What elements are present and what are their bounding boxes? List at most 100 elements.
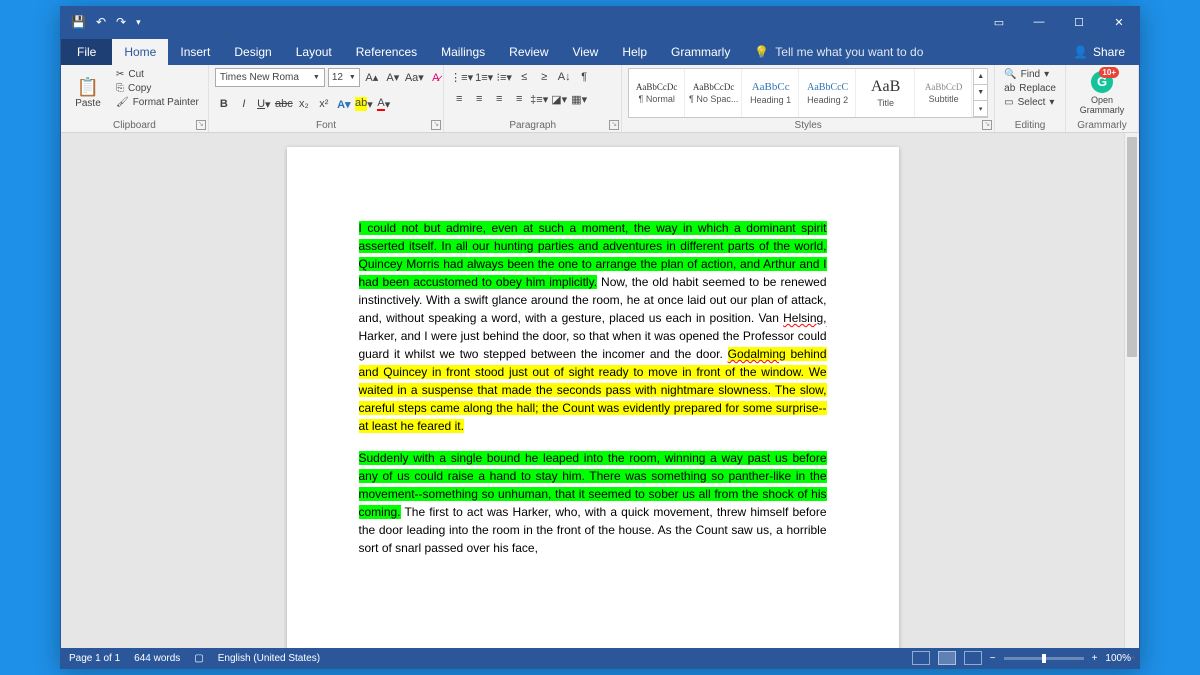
font-name-combo[interactable]: Times New Roma▼ [215,68,325,87]
clipboard-dialog-launcher[interactable]: ↘ [196,120,206,130]
style-item[interactable]: AaBbCcDc¶ No Spac... [686,69,742,117]
zoom-slider[interactable] [1004,657,1084,660]
numbering-button[interactable]: 1≡▾ [475,68,493,86]
qat-more-icon[interactable]: ▾ [136,17,141,28]
style-name: Heading 2 [807,95,848,105]
underline-button[interactable]: U▾ [255,95,273,113]
paste-button[interactable]: 📋 Paste [67,68,109,118]
text-plain: The first to act was Harker, who, with a… [359,505,827,555]
style-item[interactable]: AaBbCcCHeading 2 [800,69,856,117]
text-effects-button[interactable]: A▾ [335,95,353,113]
style-item[interactable]: AaBbCcDc¶ Normal [629,69,685,117]
copy-icon: ⎘ [116,83,124,94]
group-paragraph: ⋮≡▾ 1≡▾ ⁝≡▾ ≤ ≥ A↓ ¶ ≡ ≡ ≡ ≡ ‡≡▾ ◪▾ ▦▾ [444,65,622,132]
collapse-ribbon-button[interactable]: ⌃ [1129,655,1137,666]
tab-grammarly[interactable]: Grammarly [659,39,742,65]
style-item[interactable]: AaBbCcDSubtitle [916,69,972,117]
italic-button[interactable]: I [235,95,253,113]
gallery-down-icon[interactable]: ▼ [974,85,987,101]
cut-button[interactable]: ✂Cut [113,68,202,81]
gallery-expand-icon[interactable]: ▾ [974,101,987,117]
strikethrough-button[interactable]: abc [275,95,293,113]
tab-references[interactable]: References [344,39,429,65]
styles-gallery[interactable]: AaBbCcDc¶ NormalAaBbCcDc¶ No Spac...AaBb… [628,68,988,118]
document-page[interactable]: I could not but admire, even at such a m… [287,147,899,648]
scrollbar-thumb[interactable] [1127,137,1137,357]
redo-icon[interactable]: ↷ [116,15,126,29]
find-button[interactable]: 🔍Find ▾ [1001,68,1059,81]
gallery-up-icon[interactable]: ▲ [974,69,987,85]
tab-view[interactable]: View [561,39,611,65]
tab-mailings[interactable]: Mailings [429,39,497,65]
paste-icon: 📋 [77,77,99,98]
shrink-font-button[interactable]: A▾ [384,69,402,87]
clear-formatting-button[interactable]: A̷ [427,69,445,87]
open-grammarly-button[interactable]: G10+ Open Grammarly [1072,68,1132,118]
show-marks-button[interactable]: ¶ [575,68,593,86]
web-layout-button[interactable] [964,651,982,665]
highlight-button[interactable]: ab▾ [355,95,373,113]
tab-file[interactable]: File [61,39,112,65]
style-item[interactable]: AaBTitle [857,69,915,117]
status-language[interactable]: English (United States) [218,653,320,664]
status-proofing-icon[interactable]: ▢ [194,653,203,664]
status-word-count[interactable]: 644 words [134,653,180,664]
group-paragraph-label: Paragraph [450,118,615,132]
print-layout-button[interactable] [938,651,956,665]
borders-button[interactable]: ▦▾ [570,90,588,108]
maximize-button[interactable]: ☐ [1059,7,1099,37]
font-size-combo[interactable]: 12▼ [328,68,360,87]
document-scroll[interactable]: I could not but admire, even at such a m… [61,133,1124,648]
minimize-button[interactable]: — [1019,7,1059,37]
subscript-button[interactable]: x₂ [295,95,313,113]
styles-dialog-launcher[interactable]: ↘ [982,120,992,130]
increase-indent-button[interactable]: ≥ [535,68,553,86]
paragraph-1[interactable]: I could not but admire, even at such a m… [359,219,827,435]
zoom-level[interactable]: 100% [1105,653,1131,664]
line-spacing-button[interactable]: ‡≡▾ [530,90,548,108]
close-button[interactable]: ✕ [1099,7,1139,37]
tab-design[interactable]: Design [222,39,283,65]
tab-home[interactable]: Home [112,39,168,65]
change-case-button[interactable]: Aa▾ [405,69,424,87]
tab-layout[interactable]: Layout [284,39,344,65]
vertical-scrollbar[interactable] [1124,133,1139,648]
zoom-in-button[interactable]: + [1092,653,1098,664]
style-name: Title [877,98,894,108]
tab-insert[interactable]: Insert [168,39,222,65]
undo-icon[interactable]: ↶ [96,15,106,29]
bullets-button[interactable]: ⋮≡▾ [450,68,473,86]
tab-help[interactable]: Help [610,39,659,65]
bold-button[interactable]: B [215,95,233,113]
font-color-button[interactable]: A▾ [375,95,393,113]
styles-gallery-more[interactable]: ▲▼▾ [973,69,987,117]
zoom-out-button[interactable]: − [990,653,996,664]
paragraph-dialog-launcher[interactable]: ↘ [609,120,619,130]
align-right-button[interactable]: ≡ [490,90,508,108]
decrease-indent-button[interactable]: ≤ [515,68,533,86]
superscript-button[interactable]: x² [315,95,333,113]
align-center-button[interactable]: ≡ [470,90,488,108]
grow-font-button[interactable]: A▴ [363,69,381,87]
paragraph-2[interactable]: Suddenly with a single bound he leaped i… [359,449,827,557]
font-dialog-launcher[interactable]: ↘ [431,120,441,130]
read-mode-button[interactable] [912,651,930,665]
tell-me-search[interactable]: 💡 Tell me what you want to do [742,39,935,65]
multilevel-list-button[interactable]: ⁝≡▾ [495,68,513,86]
save-icon[interactable]: 💾 [71,15,86,29]
align-left-button[interactable]: ≡ [450,90,468,108]
select-button[interactable]: ▭Select ▾ [1001,96,1059,109]
justify-button[interactable]: ≡ [510,90,528,108]
format-painter-button[interactable]: 🖌Format Painter [113,96,202,109]
quick-access-toolbar: 💾 ↶ ↷ ▾ [61,15,151,29]
copy-button[interactable]: ⎘Copy [113,82,202,95]
tab-review[interactable]: Review [497,39,560,65]
share-button[interactable]: 👤 Share [1059,39,1139,65]
group-clipboard-label: Clipboard [67,118,202,132]
shading-button[interactable]: ◪▾ [550,90,568,108]
style-item[interactable]: AaBbCcHeading 1 [743,69,799,117]
ribbon-display-options-icon[interactable]: ▭ [979,7,1019,37]
replace-button[interactable]: abReplace [1001,82,1059,95]
sort-button[interactable]: A↓ [555,68,573,86]
status-page[interactable]: Page 1 of 1 [69,653,120,664]
